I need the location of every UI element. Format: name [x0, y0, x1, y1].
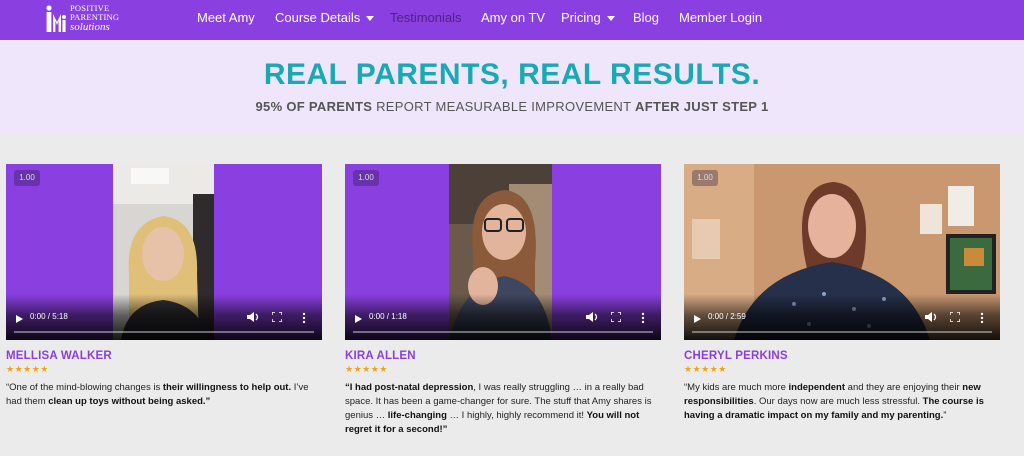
- progress-bar[interactable]: [692, 331, 992, 333]
- rating-stars: ★★★★★: [684, 364, 727, 374]
- logo-mark-icon: [46, 5, 66, 32]
- progress-bar[interactable]: [353, 331, 653, 333]
- video-controls: 0:00 / 2:59: [684, 294, 1000, 340]
- play-icon[interactable]: [355, 315, 362, 323]
- testimonial-card: 1.00 0:00 / 1:18 KIRA ALLEN ★★★★★ “I had…: [345, 164, 661, 437]
- hero-banner: REAL PARENTS, REAL RESULTS. 95% OF PAREN…: [0, 40, 1024, 134]
- playback-speed-badge[interactable]: 1.00: [692, 170, 718, 186]
- video-time: 0:00 / 1:18: [369, 312, 407, 321]
- video-player[interactable]: 1.00 0:00 / 5:18: [6, 164, 322, 340]
- logo[interactable]: Positive Parenting solutions: [44, 3, 120, 35]
- progress-bar[interactable]: [14, 331, 314, 333]
- video-player[interactable]: 1.00 0:00 / 1:18: [345, 164, 661, 340]
- hero-title: REAL PARENTS, REAL RESULTS.: [263, 58, 761, 91]
- playback-speed-badge[interactable]: 1.00: [14, 170, 40, 186]
- more-options-icon[interactable]: [641, 312, 645, 324]
- nav-member-login[interactable]: Member Login: [679, 10, 762, 25]
- volume-icon[interactable]: [246, 311, 260, 323]
- testimonial-quote: “One of the mind-blowing changes is thei…: [6, 382, 309, 407]
- chevron-down-icon: [606, 16, 615, 22]
- playback-speed-badge[interactable]: 1.00: [353, 170, 379, 186]
- testimonial-quote: “I had post-natal depression, I was real…: [345, 382, 652, 435]
- testimonial-card: 1.00 0:00 / 5:18 MELLISA WALKER ★★★★★ “O…: [6, 164, 322, 409]
- testimonial-name: CHERYL PERKINS: [684, 350, 788, 362]
- logo-wordmark: Positive Parenting solutions: [70, 3, 120, 33]
- hero-subtitle: 95% OF PARENTS REPORT MEASURABLE IMPROVE…: [255, 99, 769, 114]
- testimonial-quote: “My kids are much more independent and t…: [684, 382, 984, 421]
- volume-icon[interactable]: [585, 311, 599, 323]
- testimonial-name: MELLISA WALKER: [6, 350, 112, 362]
- video-time: 0:00 / 2:59: [708, 312, 746, 321]
- nav-testimonials[interactable]: Testimonials: [390, 10, 462, 25]
- chevron-down-icon: [366, 16, 375, 22]
- testimonial-name: KIRA ALLEN: [345, 350, 416, 362]
- video-player[interactable]: 1.00 0:00 / 2:59: [684, 164, 1000, 340]
- more-options-icon[interactable]: [980, 312, 984, 324]
- fullscreen-icon[interactable]: [611, 312, 621, 322]
- play-icon[interactable]: [16, 315, 23, 323]
- fullscreen-icon[interactable]: [950, 312, 960, 322]
- more-options-icon[interactable]: [302, 312, 306, 324]
- nav-course-details[interactable]: Course Details: [275, 10, 375, 25]
- testimonial-card: 1.00 0:00 / 2:59 CHERYL PERKINS ★★★★★ “M…: [684, 164, 1000, 423]
- nav-meet-amy[interactable]: Meet Amy: [197, 10, 255, 25]
- rating-stars: ★★★★★: [345, 364, 388, 374]
- fullscreen-icon[interactable]: [272, 312, 282, 322]
- volume-icon[interactable]: [924, 311, 938, 323]
- video-time: 0:00 / 5:18: [30, 312, 68, 321]
- video-controls: 0:00 / 1:18: [345, 294, 661, 340]
- play-icon[interactable]: [694, 315, 701, 323]
- nav-pricing[interactable]: Pricing: [561, 10, 615, 25]
- nav-blog[interactable]: Blog: [633, 10, 659, 25]
- nav-amy-on-tv[interactable]: Amy on TV: [481, 10, 545, 25]
- video-controls: 0:00 / 5:18: [6, 294, 322, 340]
- rating-stars: ★★★★★: [6, 364, 49, 374]
- top-nav: Positive Parenting solutions Meet Amy Co…: [0, 0, 1024, 40]
